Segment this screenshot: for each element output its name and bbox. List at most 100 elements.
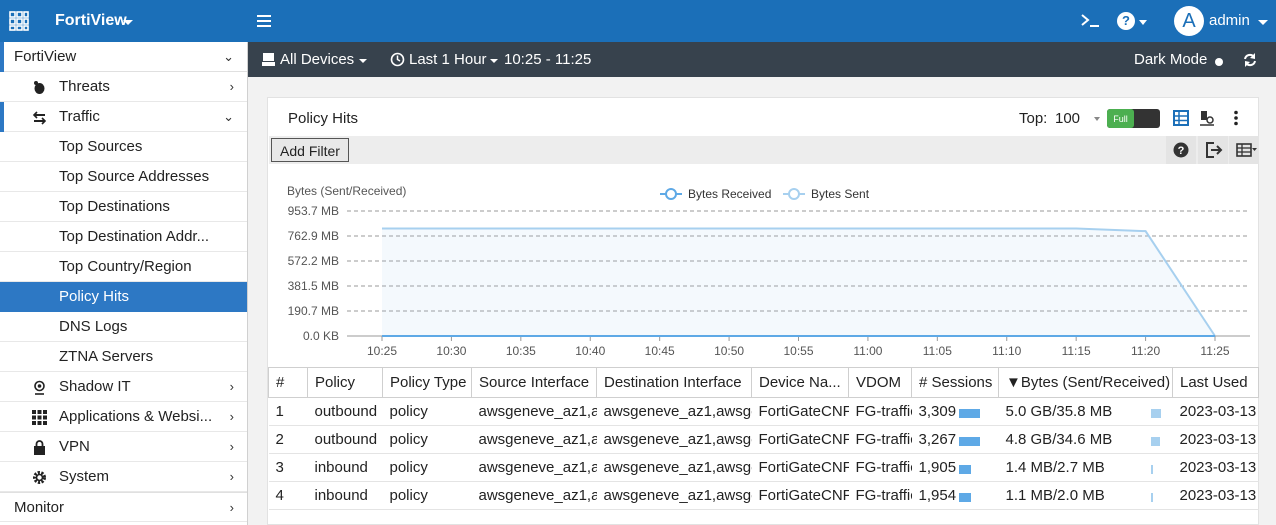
sidebar-item-label: Applications & Websi... bbox=[59, 408, 213, 425]
sidebar-item-monitor[interactable]: Monitor › bbox=[0, 492, 247, 522]
column-settings-button[interactable] bbox=[1229, 136, 1259, 164]
sessions-bar bbox=[958, 409, 980, 418]
column-header-source-interface[interactable]: Source Interface bbox=[471, 367, 597, 398]
dark-mode-toggle[interactable] bbox=[1215, 58, 1223, 66]
bubble-view-icon[interactable] bbox=[1199, 110, 1215, 126]
sidebar-item-label: Policy Hits bbox=[59, 288, 130, 305]
device-caret-icon[interactable] bbox=[359, 59, 367, 63]
time-period-selector[interactable]: Last 1 Hour bbox=[409, 51, 487, 68]
sidebar-item-label: FortiView bbox=[14, 48, 77, 65]
top-count-select[interactable]: 100 bbox=[1055, 110, 1080, 127]
chevron-right-icon: › bbox=[229, 409, 234, 424]
column-header-number[interactable]: # bbox=[268, 367, 308, 398]
more-options-icon[interactable] bbox=[1228, 110, 1244, 126]
chevron-right-icon: › bbox=[229, 439, 234, 454]
user-name[interactable]: admin bbox=[1209, 12, 1250, 29]
app-grid-icon[interactable] bbox=[9, 11, 29, 31]
column-header-sessions[interactable]: # Sessions bbox=[911, 367, 999, 398]
table-view-icon[interactable] bbox=[1173, 110, 1189, 126]
avatar[interactable]: A bbox=[1174, 6, 1204, 36]
sidebar-item-applications-websites[interactable]: Applications & Websi... › bbox=[0, 402, 247, 432]
add-filter-button[interactable]: Add Filter bbox=[271, 138, 349, 162]
table-header-row: # Policy Policy Type Source Interface De… bbox=[268, 367, 1259, 398]
cell-vdom: FG-traffic bbox=[848, 453, 912, 482]
export-button[interactable] bbox=[1198, 136, 1228, 164]
app-title[interactable]: FortiView bbox=[55, 12, 127, 30]
chevron-right-icon: › bbox=[229, 500, 234, 515]
bug-icon bbox=[34, 81, 45, 94]
column-header-bytes[interactable]: ▼Bytes (Sent/Received) bbox=[998, 367, 1173, 398]
device-icon[interactable] bbox=[262, 53, 275, 66]
app-title-caret-icon[interactable] bbox=[123, 20, 133, 25]
help-icon[interactable]: ? bbox=[1117, 12, 1135, 30]
cell-policy: inbound bbox=[307, 481, 383, 510]
user-menu-caret-icon[interactable] bbox=[1258, 20, 1268, 25]
sidebar-item-top-source-addresses[interactable]: Top Source Addresses bbox=[0, 162, 247, 192]
panel-title: Policy Hits bbox=[288, 110, 359, 127]
cell-device-name: FortiGateCNF bbox=[751, 481, 849, 510]
cell-source-interface: awsgeneve_az1,aw bbox=[471, 481, 597, 510]
full-toggle[interactable]: Full bbox=[1107, 109, 1160, 128]
sidebar-item-system[interactable]: System › bbox=[0, 462, 247, 492]
table-row[interactable]: 4 inbound policy awsgeneve_az1,aw awsgen… bbox=[268, 481, 1259, 510]
sidebar-item-ztna-servers[interactable]: ZTNA Servers bbox=[0, 342, 247, 372]
hamburger-menu-icon[interactable] bbox=[257, 14, 271, 28]
svg-text:?: ? bbox=[1178, 145, 1185, 157]
help-caret-icon[interactable] bbox=[1139, 20, 1147, 25]
sidebar-item-threats[interactable]: Threats › bbox=[0, 72, 247, 102]
table-row[interactable]: 2 outbound policy awsgeneve_az1,aw awsge… bbox=[268, 425, 1259, 454]
sidebar-item-label: Traffic bbox=[59, 108, 100, 125]
column-header-vdom[interactable]: VDOM bbox=[848, 367, 912, 398]
table-row[interactable]: 1 outbound policy awsgeneve_az1,aw awsge… bbox=[268, 397, 1259, 426]
top-count-label: Top: bbox=[1019, 110, 1048, 127]
column-header-last-used[interactable]: Last Used bbox=[1172, 367, 1259, 398]
cli-console-icon[interactable] bbox=[1080, 12, 1100, 30]
sessions-value: 1,954 bbox=[918, 487, 957, 504]
top-count-caret-icon[interactable] bbox=[1094, 117, 1100, 121]
time-caret-icon[interactable] bbox=[490, 59, 498, 63]
dark-mode-label[interactable]: Dark Mode bbox=[1134, 51, 1207, 68]
sidebar-item-top-sources[interactable]: Top Sources bbox=[0, 132, 247, 162]
refresh-icon[interactable] bbox=[1243, 53, 1257, 67]
sidebar-item-dns-logs[interactable]: DNS Logs bbox=[0, 312, 247, 342]
column-header-policy-type[interactable]: Policy Type bbox=[382, 367, 472, 398]
sessions-bar bbox=[958, 493, 971, 502]
sidebar-item-top-destinations[interactable]: Top Destinations bbox=[0, 192, 247, 222]
sidebar-item-label: Shadow IT bbox=[59, 378, 131, 395]
chevron-right-icon: › bbox=[229, 379, 234, 394]
cell-last-used: 2023-03-13 bbox=[1172, 425, 1259, 454]
chevron-down-icon: ⌄ bbox=[223, 49, 234, 64]
cell-device-name: FortiGateCNF bbox=[751, 397, 849, 426]
cell-destination-interface: awsgeneve_az1,awsger bbox=[596, 453, 752, 482]
sidebar-item-policy-hits[interactable]: Policy Hits bbox=[0, 282, 247, 312]
sidebar-item-vpn[interactable]: VPN › bbox=[0, 432, 247, 462]
bytes-bar bbox=[1150, 493, 1153, 502]
column-header-policy[interactable]: Policy bbox=[307, 367, 383, 398]
sidebar-item-label: Top Destinations bbox=[59, 198, 170, 215]
cell-number: 2 bbox=[268, 425, 308, 454]
clock-icon[interactable] bbox=[390, 52, 405, 67]
sidebar-item-top-destination-addresses[interactable]: Top Destination Addr... bbox=[0, 222, 247, 252]
sidebar-item-label: Monitor bbox=[14, 499, 65, 516]
bytes-value: 4.8 GB/34.6 MB bbox=[1005, 431, 1113, 448]
help-button[interactable]: ? bbox=[1166, 136, 1196, 164]
sidebar-item-label: DNS Logs bbox=[59, 318, 128, 335]
column-header-device-name[interactable]: Device Na... bbox=[751, 367, 849, 398]
device-selector[interactable]: All Devices bbox=[280, 51, 354, 68]
cell-device-name: FortiGateCNF bbox=[751, 425, 849, 454]
sidebar-item-traffic[interactable]: Traffic ⌄ bbox=[0, 102, 247, 132]
export-icon bbox=[1206, 142, 1223, 158]
cell-device-name: FortiGateCNF bbox=[751, 453, 849, 482]
sidebar-item-fortiview[interactable]: FortiView ⌄ bbox=[0, 42, 247, 72]
view-toolbar: All Devices Last 1 Hour 10:25 - 11:25 Da… bbox=[248, 42, 1276, 77]
table-row[interactable]: 3 inbound policy awsgeneve_az1,aw awsgen… bbox=[268, 453, 1259, 482]
time-range-text: 10:25 - 11:25 bbox=[504, 51, 592, 68]
apps-icon bbox=[32, 410, 47, 425]
column-header-destination-interface[interactable]: Destination Interface bbox=[596, 367, 752, 398]
cell-source-interface: awsgeneve_az1,aw bbox=[471, 425, 597, 454]
sidebar-item-top-country-region[interactable]: Top Country/Region bbox=[0, 252, 247, 282]
cell-source-interface: awsgeneve_az1,aw bbox=[471, 397, 597, 426]
gear-icon bbox=[33, 471, 46, 484]
sidebar-item-shadow-it[interactable]: Shadow IT › bbox=[0, 372, 247, 402]
cell-sessions: 1,954 bbox=[911, 481, 999, 510]
